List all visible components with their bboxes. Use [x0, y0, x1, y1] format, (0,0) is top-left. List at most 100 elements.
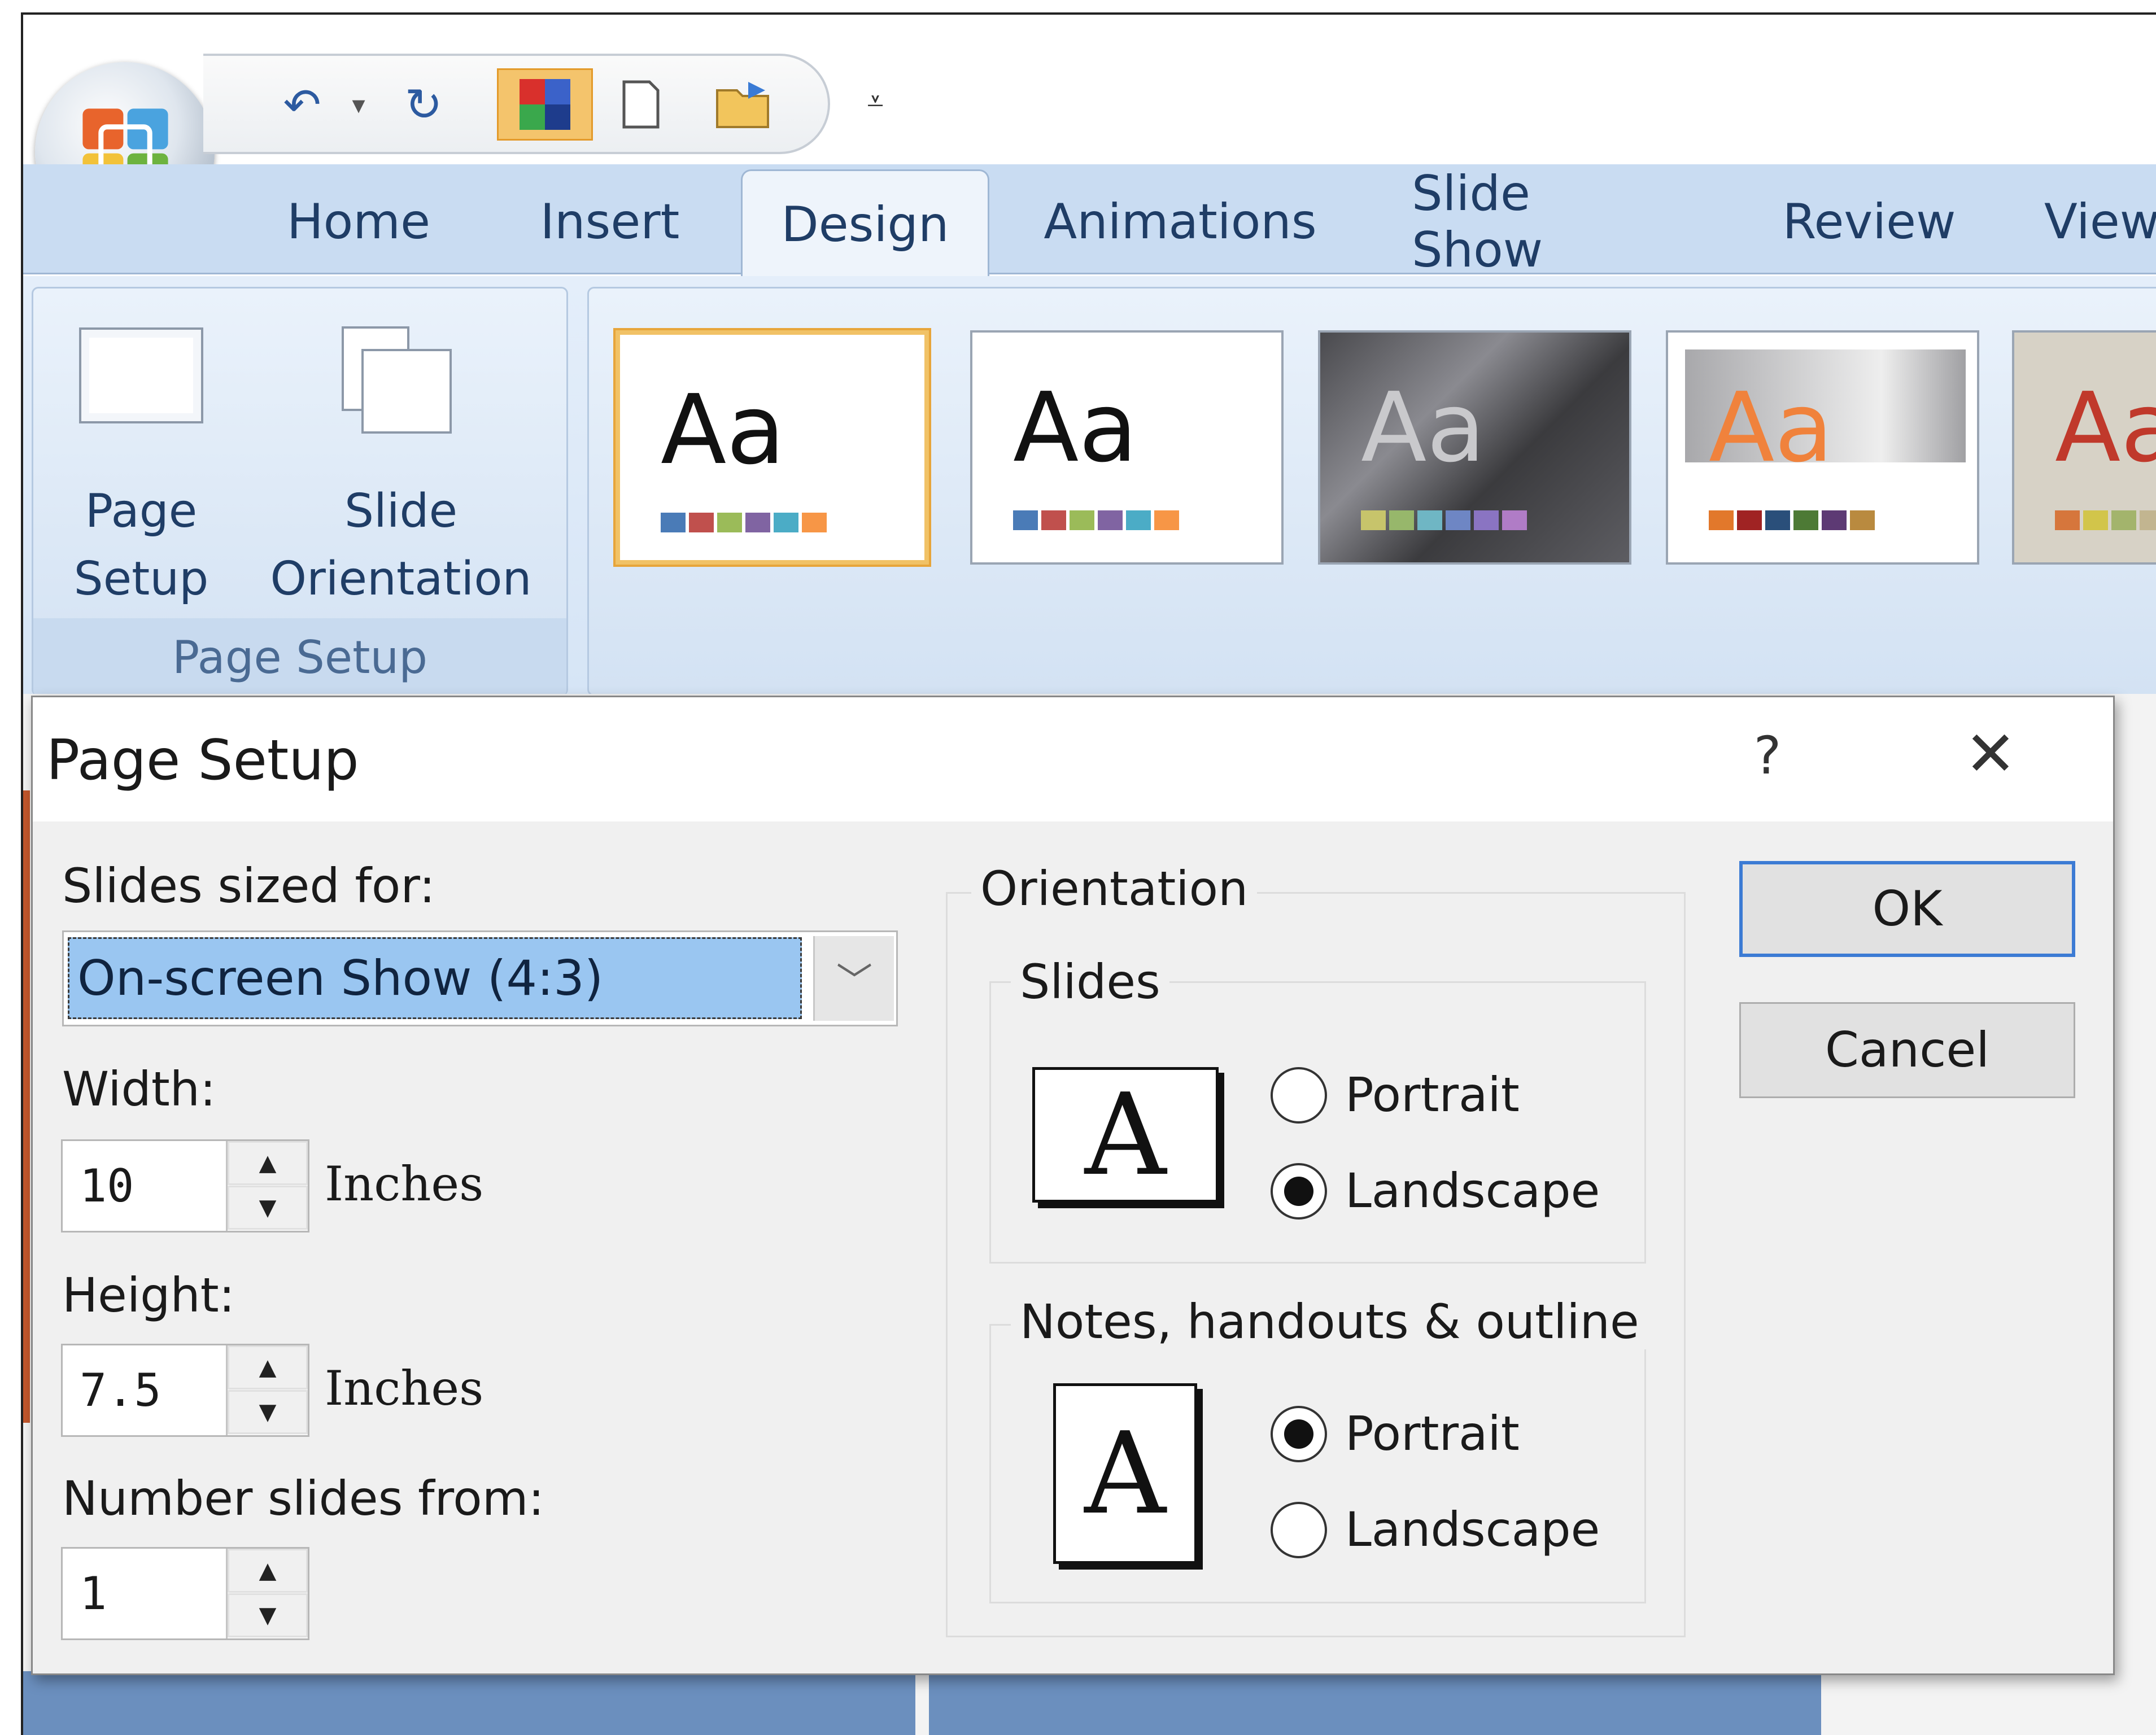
theme-color-swatch: [689, 513, 714, 532]
new-slide-icon[interactable]: [599, 68, 683, 141]
tab-animations[interactable]: Animations: [1044, 169, 1316, 274]
tab-home[interactable]: Home: [265, 169, 452, 274]
theme-color-swatch: [2055, 510, 2080, 530]
theme-color-swatch: [717, 513, 742, 532]
theme-label: Aa: [1709, 372, 1834, 484]
spin-down-icon[interactable]: ▼: [228, 1593, 308, 1637]
theme-colors-icon[interactable]: [497, 68, 593, 141]
number-slides-from-value[interactable]: 1: [80, 1549, 107, 1638]
spinner-arrows: ▲ ▼: [226, 1141, 308, 1231]
theme-color-swatch: [1793, 510, 1818, 530]
chevron-down-icon[interactable]: ﹀: [813, 936, 894, 1021]
slides-landscape-radio[interactable]: [1271, 1163, 1327, 1220]
slide-orientation-button[interactable]: Slide Orientation: [243, 478, 559, 613]
theme-thumbnail[interactable]: Aa: [970, 330, 1284, 565]
theme-color-bars: [2055, 510, 2156, 530]
slides-sized-for-label: Slides sized for:: [62, 858, 435, 914]
theme-color-swatch: [1013, 510, 1038, 530]
landscape-page-icon: A: [1032, 1067, 1219, 1203]
theme-thumbnail[interactable]: Aa: [616, 330, 929, 565]
orientation-label: Orientation: [971, 861, 1258, 916]
notes-group-label: Notes, handouts & outline: [1011, 1294, 1648, 1349]
width-value[interactable]: 10: [80, 1141, 134, 1231]
slide-thumbnail-edge: [23, 790, 30, 1423]
theme-label: Aa: [661, 374, 785, 486]
theme-color-swatch: [1098, 510, 1123, 530]
slides-sized-for-value[interactable]: On-screen Show (4:3): [68, 937, 802, 1019]
height-unit: Inches: [325, 1361, 484, 1416]
slides-portrait-label[interactable]: Portrait: [1345, 1067, 1520, 1122]
group-label: Page Setup: [172, 631, 427, 684]
theme-color-swatch: [1822, 510, 1847, 530]
theme-color-swatch: [1446, 510, 1470, 530]
spin-down-icon[interactable]: ▼: [228, 1390, 308, 1434]
slides-portrait-radio[interactable]: [1271, 1067, 1327, 1124]
theme-color-swatch: [1417, 510, 1442, 530]
status-area: [929, 1671, 1821, 1735]
theme-color-swatch: [1126, 510, 1151, 530]
quick-access-toolbar: ↶ ▾ ↻: [203, 54, 830, 154]
theme-color-swatch: [1850, 510, 1875, 530]
redo-icon[interactable]: ↻: [390, 68, 457, 141]
spin-down-icon[interactable]: ▼: [228, 1186, 308, 1230]
tab-insert[interactable]: Insert: [525, 169, 695, 274]
spin-up-icon[interactable]: ▲: [228, 1345, 308, 1389]
height-spinner[interactable]: 7.5 ▲ ▼: [61, 1344, 309, 1437]
height-label: Height:: [62, 1268, 235, 1323]
notes-landscape-label[interactable]: Landscape: [1345, 1502, 1600, 1557]
slides-group-label: Slides: [1011, 954, 1169, 1009]
notes-portrait-radio[interactable]: [1271, 1406, 1327, 1462]
theme-color-swatch: [745, 513, 770, 532]
spin-up-icon[interactable]: ▲: [228, 1549, 308, 1593]
width-spinner[interactable]: 10 ▲ ▼: [61, 1139, 309, 1233]
theme-color-swatch: [1709, 510, 1734, 530]
undo-dropdown-icon[interactable]: ▾: [339, 68, 378, 141]
theme-color-swatch: [1041, 510, 1066, 530]
theme-label: Aa: [1013, 372, 1138, 484]
open-folder-icon[interactable]: [700, 68, 785, 141]
theme-color-swatch: [1474, 510, 1499, 530]
width-unit: Inches: [325, 1156, 484, 1212]
customize-qat-icon[interactable]: ⩡: [858, 79, 892, 124]
theme-thumbnail[interactable]: Aa: [2012, 330, 2156, 565]
theme-label: Aa: [1361, 372, 1486, 484]
number-slides-from-label: Number slides from:: [62, 1471, 544, 1526]
portrait-page-icon: A: [1053, 1383, 1197, 1564]
theme-label: Aa: [2055, 372, 2156, 484]
width-label: Width:: [62, 1061, 216, 1117]
slides-landscape-label[interactable]: Landscape: [1345, 1163, 1600, 1218]
theme-color-swatch: [1765, 510, 1790, 530]
theme-color-swatch: [1154, 510, 1179, 530]
notes-portrait-label[interactable]: Portrait: [1345, 1406, 1520, 1461]
theme-color-swatch: [1070, 510, 1094, 530]
undo-icon[interactable]: ↶: [265, 68, 339, 141]
slide-orientation-icon-front: [361, 349, 452, 434]
theme-color-swatch: [2140, 510, 2156, 530]
theme-color-swatch: [1502, 510, 1527, 530]
height-value[interactable]: 7.5: [80, 1345, 162, 1435]
tab-view[interactable]: View: [2044, 169, 2156, 274]
number-slides-from-spinner[interactable]: 1 ▲ ▼: [61, 1547, 309, 1640]
theme-thumbnail[interactable]: Aa: [1666, 330, 1979, 565]
theme-color-swatch: [774, 513, 798, 532]
theme-color-swatch: [2111, 510, 2136, 530]
theme-color-swatch: [1737, 510, 1762, 530]
ok-button[interactable]: OK: [1739, 861, 2075, 957]
theme-color-bars: [661, 513, 827, 532]
theme-thumbnail[interactable]: Aa: [1318, 330, 1631, 565]
theme-color-swatch: [661, 513, 686, 532]
tab-design[interactable]: Design: [741, 169, 989, 278]
theme-color-swatch: [2083, 510, 2108, 530]
theme-color-swatch: [1361, 510, 1386, 530]
spinner-arrows: ▲ ▼: [226, 1345, 308, 1435]
page-setup-icon: [79, 327, 203, 423]
page-setup-button[interactable]: Page Setup: [51, 478, 232, 613]
close-icon[interactable]: ✕: [1959, 720, 2022, 788]
tab-slide-show[interactable]: Slide Show: [1412, 165, 1671, 278]
theme-color-bars: [1013, 510, 1179, 530]
notes-landscape-radio[interactable]: [1271, 1502, 1327, 1558]
spin-up-icon[interactable]: ▲: [228, 1141, 308, 1185]
cancel-button[interactable]: Cancel: [1739, 1002, 2075, 1098]
help-button[interactable]: ?: [1745, 726, 1790, 788]
tab-review[interactable]: Review: [1773, 169, 1965, 274]
